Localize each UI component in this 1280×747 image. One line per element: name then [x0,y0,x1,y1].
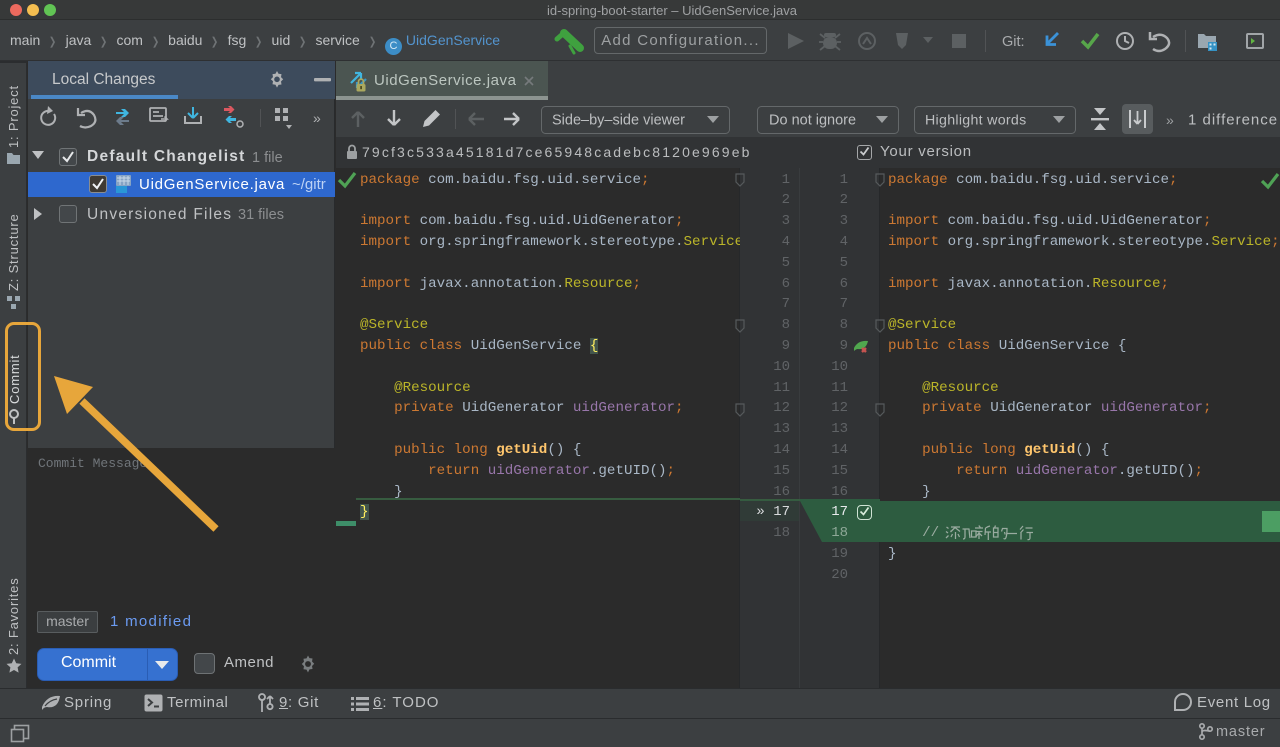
svg-text:Side–by–side viewer: Side–by–side viewer [552,113,685,129]
svg-text:Do not ignore: Do not ignore [769,113,856,129]
svg-text:1 difference: 1 difference [1188,112,1278,129]
svg-text:Highlight words: Highlight words [925,113,1027,129]
svg-text:Git:: Git: [1002,34,1025,50]
svg-text:»: » [1166,112,1174,128]
svg-text:»: » [313,110,321,126]
